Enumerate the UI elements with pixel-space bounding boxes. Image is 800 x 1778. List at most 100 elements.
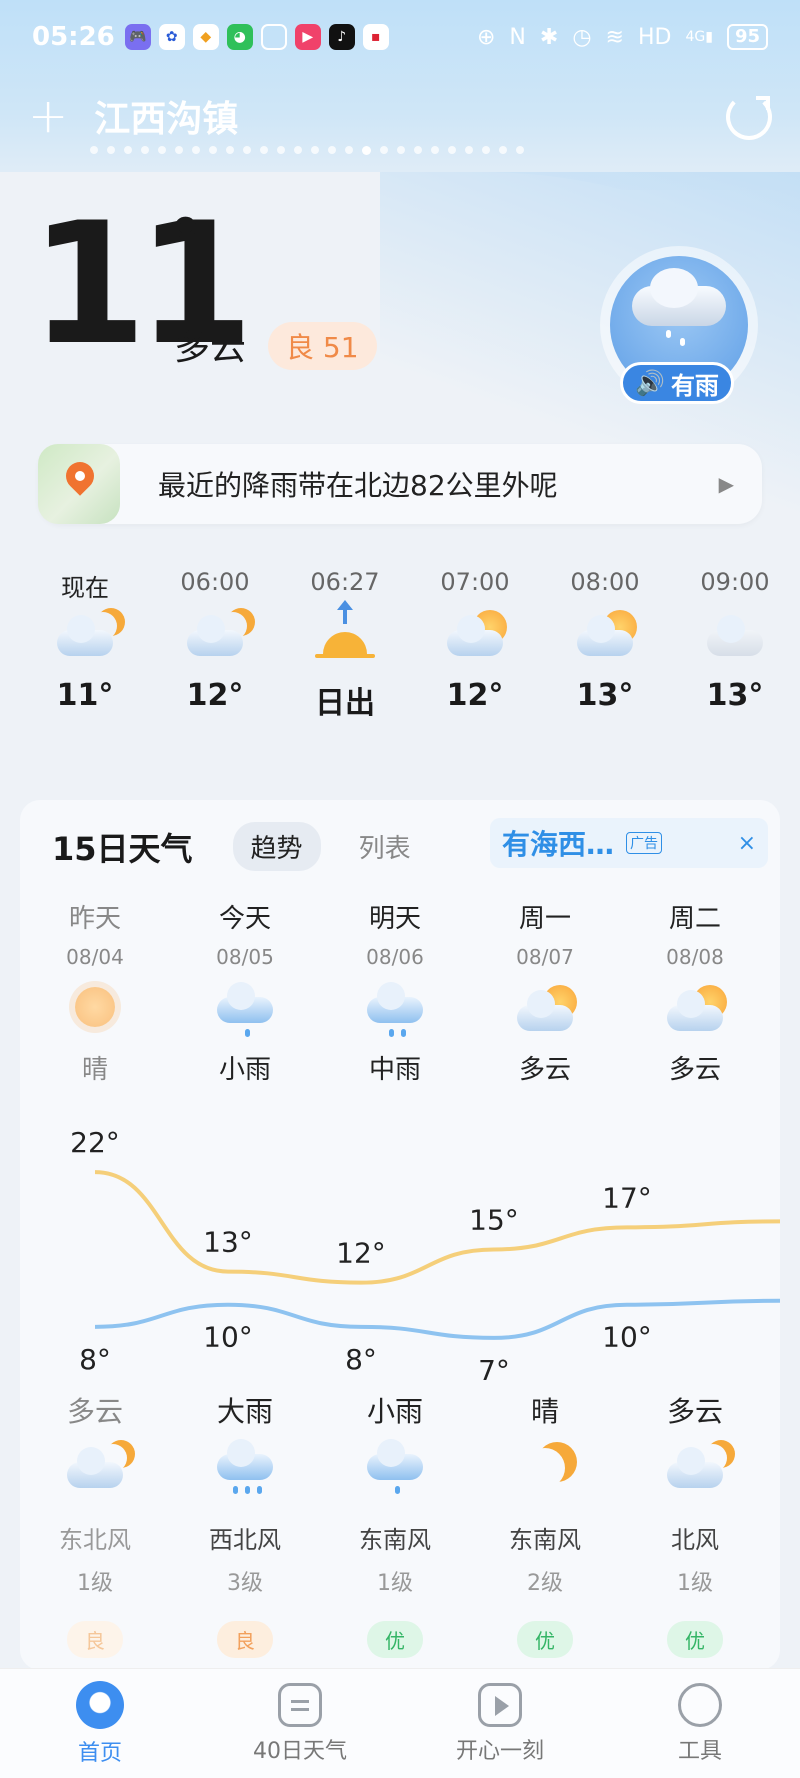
page-dot (380, 146, 388, 154)
card-header: 15日天气 趋势 列表 (52, 822, 449, 871)
air-quality-badge: 优 (667, 1621, 723, 1658)
page-dot (465, 146, 473, 154)
cloud-sun-icon (540, 604, 670, 672)
status-indicators: ⊕ N ✱ ◷ ≋ HD 4G▮ 95 (477, 24, 768, 50)
day-condition: 小雨 (218, 1055, 271, 1085)
wind-direction: 东南风 (359, 1526, 431, 1554)
ad-banner[interactable]: 有海西… 广告 × (490, 818, 768, 868)
aqi-badge[interactable]: 良 51 (268, 322, 377, 370)
rain-voice-button[interactable]: 🔊 有雨 (620, 362, 734, 404)
cloud-shape (217, 1439, 273, 1480)
cloud-shape (367, 1439, 423, 1480)
air-quality-badge: 优 (517, 1621, 573, 1658)
cloud-moon-icon (20, 604, 150, 672)
day-name: 周二 (668, 904, 721, 934)
nav-item-4[interactable]: 工具 (600, 1669, 800, 1778)
cloud-shape (517, 990, 573, 1031)
hourly-item[interactable]: 现在 11° (20, 568, 150, 722)
day-name: 昨天 (68, 904, 121, 934)
forecast-night[interactable]: 多云 北风 1级优 (620, 1390, 770, 1658)
night-condition: 晴 (530, 1395, 559, 1428)
high-temperature-label: 12° (336, 1237, 386, 1270)
add-circle-icon: ⊕ (476, 24, 496, 50)
day-condition: 晴 (81, 1055, 108, 1085)
rain-alert-banner[interactable]: 最近的降雨带在北边82公里外呢 ▶ (38, 444, 762, 524)
arrow-shape (337, 600, 353, 624)
forecast-day[interactable]: 周一 08/07 多云 (470, 898, 620, 1086)
rain-drop (233, 1486, 238, 1494)
nav-label: 开心一刻 (455, 1738, 544, 1764)
page-dot (499, 146, 507, 154)
degree-symbol: ° (168, 204, 203, 286)
hourly-item[interactable]: 07:00 12° (410, 568, 540, 722)
cloud-sun-icon (470, 979, 620, 1049)
forecast-day[interactable]: 周二 08/08 多云 (620, 898, 770, 1086)
cloud-icon (670, 604, 800, 672)
ad-text[interactable]: 有海西… (502, 823, 614, 863)
refresh-icon[interactable] (726, 94, 772, 140)
page-dot (175, 146, 183, 154)
alarm-icon: ◷ (572, 24, 592, 50)
day-name: 明天 (368, 904, 421, 934)
high-temperature-line (94, 1170, 780, 1285)
status-time: 05:26 (32, 22, 115, 52)
rain-drop (389, 1029, 394, 1037)
nav-label: 工具 (677, 1738, 722, 1764)
forecast-night[interactable]: 多云 东北风 1级良 (20, 1390, 170, 1658)
forecast-day[interactable]: 昨天 08/04 晴 (20, 898, 170, 1086)
page-dot (414, 146, 422, 154)
speaker-icon: 🔊 (635, 369, 665, 397)
hourly-item[interactable]: 06:27 日出 (280, 568, 410, 722)
hourly-item[interactable]: 06:00 12° (150, 568, 280, 722)
page-dot (209, 146, 217, 154)
message-app-icon (260, 24, 287, 50)
cloud-sun-icon (410, 604, 540, 672)
card-title: 15日天气 (52, 829, 193, 868)
ad-close-button[interactable]: × (738, 831, 756, 856)
cloud-moon-icon (150, 604, 280, 672)
page-dot (448, 146, 456, 154)
low-temperature-label: 10° (602, 1321, 652, 1354)
moon-shape (525, 1448, 565, 1488)
page-dot (226, 146, 234, 154)
temperature-trend-chart: 22° 8° 13° 10° 12° 8° 15° 7° 17° 10° (70, 1126, 780, 1380)
forecast-night[interactable]: 晴东南风 2级优 (470, 1390, 620, 1658)
page-dot (141, 146, 149, 154)
air-quality-badge: 良 (67, 1621, 123, 1658)
city-name[interactable]: 江西沟镇 (94, 90, 238, 142)
page-dot (260, 146, 268, 154)
hourly-item[interactable]: 09:00 13° (670, 568, 800, 722)
app-header: + 江西沟镇 (0, 86, 800, 146)
forecast-day[interactable]: 今天 08/05 小雨 (170, 898, 320, 1086)
hourly-time: 07:00 (440, 568, 510, 596)
night-condition: 大雨 (216, 1395, 273, 1428)
bottom-navigation: 首页 40日天气 开心一刻 工具 (0, 1668, 800, 1778)
tab-list[interactable]: 列表 (341, 822, 429, 871)
tab-trend[interactable]: 趋势 (232, 822, 321, 871)
hourly-temperature: 12° (446, 678, 504, 713)
baidu-app-icon: ✿ (158, 24, 185, 50)
hd-label: HD (637, 24, 672, 50)
forecast-night[interactable]: 小雨 东南风 1级优 (320, 1390, 470, 1658)
page-dot (277, 146, 285, 154)
nav-item-3[interactable]: 开心一刻 (400, 1669, 600, 1778)
nfc-icon: N (509, 24, 526, 50)
hourly-temperature: 日出 (315, 686, 375, 721)
high-temperature-label: 13° (203, 1226, 253, 1259)
forecast-day[interactable]: 明天 08/06 中雨 (320, 898, 470, 1086)
wind-level: 3级 (227, 1571, 263, 1596)
hourly-time: 08:00 (570, 568, 640, 596)
nav-item-2[interactable]: 40日天气 (200, 1669, 400, 1778)
hourly-item[interactable]: 08:00 13° (540, 568, 670, 722)
night-condition: 小雨 (366, 1395, 423, 1428)
hourly-time: 06:27 (310, 568, 380, 596)
home-icon (76, 1680, 124, 1729)
add-city-button[interactable]: + (28, 92, 68, 140)
nav-item-1[interactable]: 首页 (0, 1669, 200, 1778)
play-icon (478, 1682, 522, 1727)
hourly-temperature: 12° (186, 678, 244, 713)
page-dot (311, 146, 319, 154)
forecast-night[interactable]: 大雨 西北风 3级良 (170, 1390, 320, 1658)
map-pin-icon (38, 444, 120, 524)
hourly-forecast[interactable]: 现在 11° 06:00 12° 06:27 日出 07:00 12° 08:00 13° 09:0… (20, 568, 800, 722)
